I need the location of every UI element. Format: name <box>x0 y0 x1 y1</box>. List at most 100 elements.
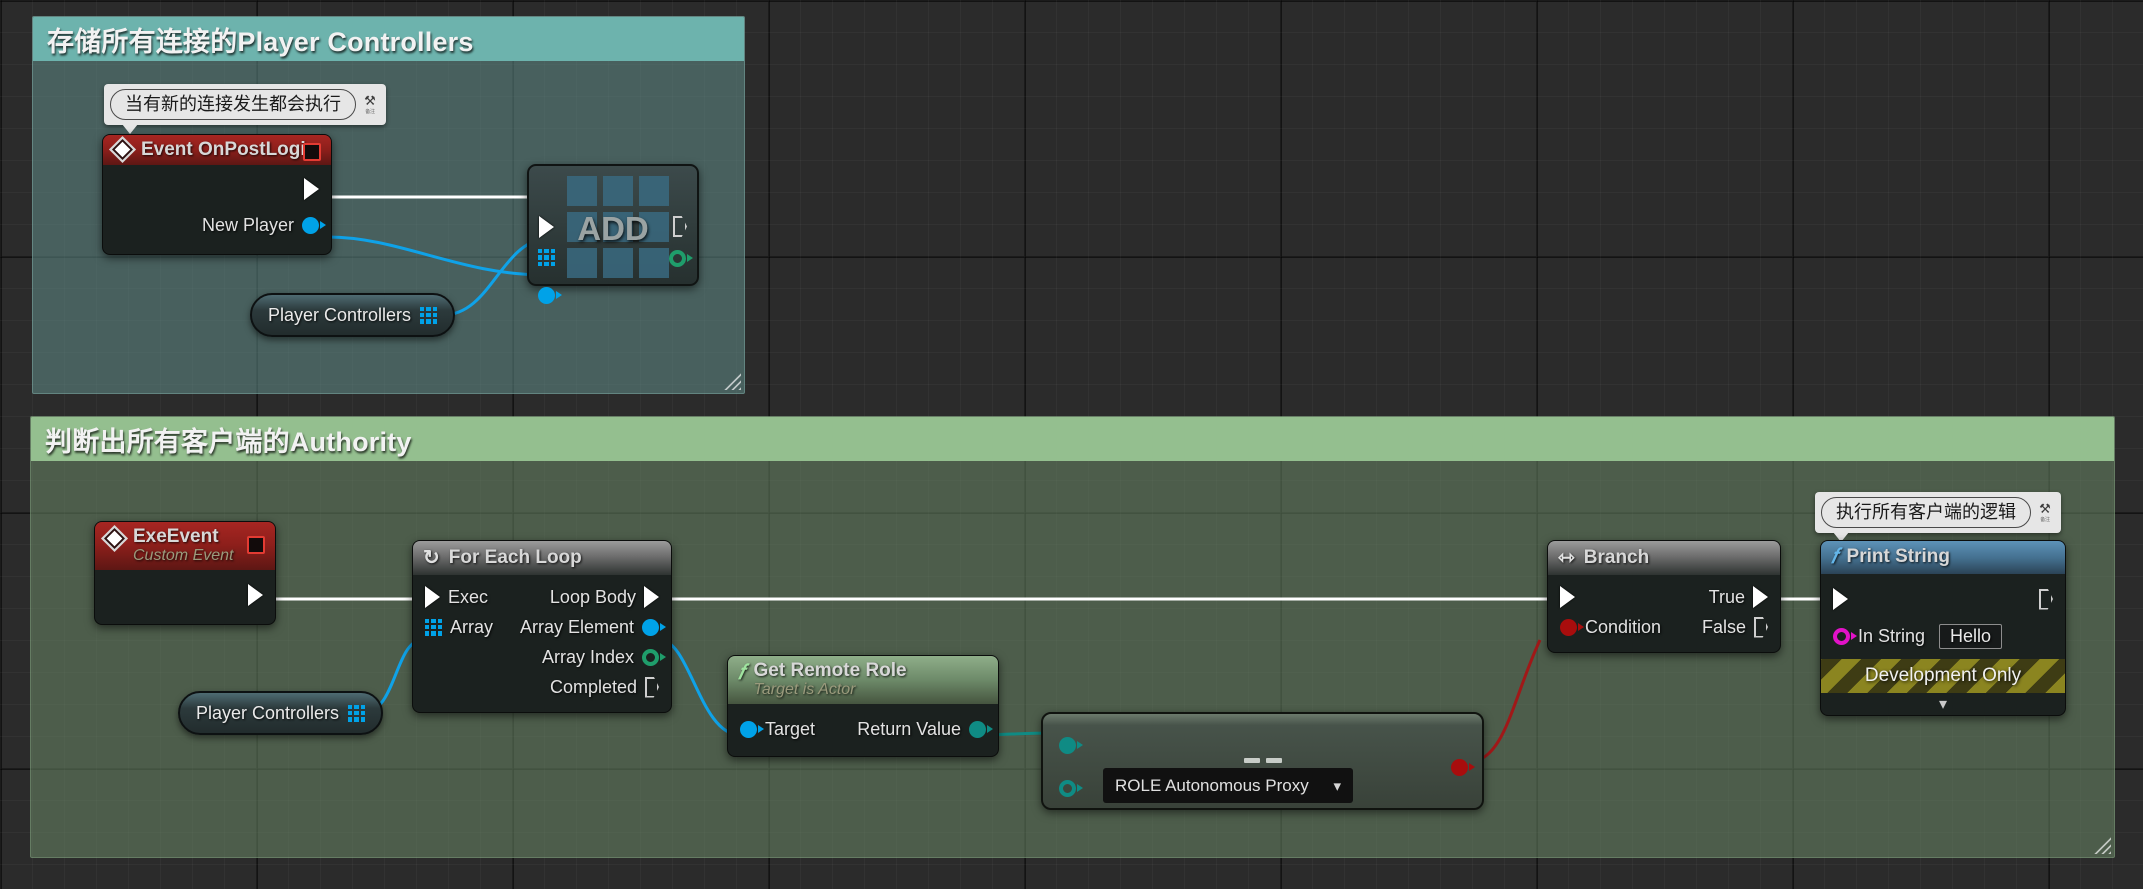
pin-row-exec: Exec Loop Body <box>413 582 671 612</box>
pin-row-array: Array Array Element <box>413 612 671 642</box>
comment-resize-handle-2[interactable] <box>2093 836 2111 854</box>
condition-input-pin[interactable] <box>1560 618 1584 636</box>
completed-output-pin[interactable] <box>645 676 659 698</box>
sticky-note-1-tail <box>122 123 138 134</box>
enum-selected-value: ROLE Autonomous Proxy <box>1115 775 1309 795</box>
exec-input-pin[interactable] <box>425 586 440 608</box>
add-return-output-pin[interactable] <box>669 250 693 267</box>
pin-label-array-index: Array Index <box>541 646 634 667</box>
node-event-onpostlogin[interactable]: Event OnPostLogin New Player <box>102 134 332 256</box>
delegate-pin-icon[interactable] <box>247 536 265 554</box>
comment-title-2: 判断出所有客户端的Authority <box>31 417 2114 461</box>
blueprint-canvas[interactable]: 存储所有连接的Player Controllers 判断出所有客户端的Autho… <box>0 0 2143 889</box>
node-title-label: Branch <box>1583 546 1650 568</box>
array-index-output-pin[interactable] <box>642 648 666 666</box>
pin-row-exec <box>1821 581 2065 617</box>
array-input-pin[interactable] <box>425 618 442 636</box>
array-output-pin[interactable] <box>348 704 366 722</box>
node-expander-chevron-down-icon[interactable]: ▾ <box>1821 693 2065 715</box>
node-exeevent[interactable]: ExeEvent Custom Event <box>94 521 276 626</box>
getter-player-controllers-1[interactable]: Player Controllers <box>250 293 456 337</box>
pin-row-condition: Condition False <box>1548 612 1780 642</box>
pin-label-condition: Condition <box>1585 616 1662 637</box>
sticky-note-1-text: 当有新的连接发生都会执行 <box>110 89 356 120</box>
development-only-label: Development Only <box>1864 665 2022 686</box>
chevron-down-icon[interactable]: ▾ <box>1333 777 1341 795</box>
node-title-label: Event OnPostLogin <box>141 139 318 160</box>
pin-row-array-index: Array Index <box>413 642 671 672</box>
exec-output-pin[interactable] <box>2039 588 2053 610</box>
node-body <box>95 570 275 624</box>
pin-label-return-value: Return Value <box>857 718 961 739</box>
pin-row-target: Target Return Value <box>728 714 998 744</box>
array-output-pin[interactable] <box>420 306 438 324</box>
node-subtitle-label: Target is Actor <box>753 681 856 699</box>
node-for-each-loop[interactable]: ↻ For Each Loop Exec Loop Body Array Arr… <box>412 540 672 713</box>
exec-input-pin[interactable] <box>1833 588 1848 610</box>
node-equal-enum[interactable]: ROLE Autonomous Proxy ▾ <box>1041 712 1484 810</box>
sticky-note-2[interactable]: 执行所有客户端的逻辑 ⚒ 备注 <box>1815 492 2061 542</box>
sticky-note-2-pin[interactable]: ⚒ 备注 <box>2037 502 2053 523</box>
target-input-pin[interactable] <box>740 720 764 738</box>
node-title-label: ExeEvent <box>133 526 219 547</box>
exec-output-pin[interactable] <box>248 584 263 607</box>
pin-label-true: True <box>1708 586 1745 607</box>
pin-label-target: Target <box>765 718 816 739</box>
array-element-output-pin[interactable] <box>642 618 666 636</box>
node-title-bar: Event OnPostLogin <box>103 135 331 166</box>
comment-title-1: 存储所有连接的Player Controllers <box>33 17 744 61</box>
node-body: In String Hello Development Only ▾ <box>1821 574 2065 715</box>
node-print-string[interactable]: 𝑓 Print String In String Hello Developme… <box>1820 540 2066 716</box>
exec-input-pin[interactable] <box>1560 586 1575 608</box>
add-exec-input-pin[interactable] <box>539 216 554 238</box>
node-body: Exec Loop Body Array Array Element Array… <box>413 575 671 712</box>
sticky-note-2-text: 执行所有客户端的逻辑 <box>1821 497 2031 528</box>
node-branch[interactable]: ⇿ Branch True Condition False <box>1547 540 1781 653</box>
pin-label-new-player: New Player <box>201 214 294 235</box>
node-add-placeholder[interactable]: ADD <box>527 164 699 304</box>
pin-label-loop-body: Loop Body <box>549 586 636 607</box>
exec-output-pin[interactable] <box>304 178 319 201</box>
boolean-output-pin[interactable] <box>1451 759 1475 776</box>
getter-label: Player Controllers <box>268 304 412 325</box>
comment-resize-handle-1[interactable] <box>723 372 741 390</box>
pin-row-completed: Completed <box>413 672 671 702</box>
loop-body-output-pin[interactable] <box>644 586 659 608</box>
pin-icon: ⚒ <box>2039 500 2051 516</box>
development-only-banner: Development Only <box>1821 659 2065 693</box>
pin-label-false: False <box>1701 616 1746 637</box>
pin-label-array: Array <box>450 616 494 637</box>
in-string-input-pin[interactable] <box>1833 627 1857 645</box>
add-item-input-pin[interactable] <box>538 287 562 304</box>
pin-icon: ⚒ <box>364 92 376 108</box>
node-title-bar: ExeEvent Custom Event <box>95 522 275 571</box>
delegate-pin-icon[interactable] <box>303 143 321 161</box>
enum-input-pin-b[interactable] <box>1059 780 1083 797</box>
pin-label-exec: Exec <box>448 586 489 607</box>
in-string-value-field[interactable]: Hello <box>1939 623 2003 649</box>
node-get-remote-role[interactable]: 𝑓 Get Remote Role Target is Actor Target… <box>727 655 999 758</box>
enum-input-pin-a[interactable] <box>1059 737 1083 754</box>
false-output-pin[interactable] <box>1754 616 1768 638</box>
return-value-output-pin[interactable] <box>969 720 993 738</box>
pin-row-in-string: In String Hello <box>1821 617 2065 655</box>
enum-dropdown[interactable]: ROLE Autonomous Proxy ▾ <box>1103 768 1353 803</box>
pin-row-new-player: New Player <box>103 206 331 244</box>
pin-label-completed: Completed <box>549 676 637 697</box>
getter-player-controllers-2[interactable]: Player Controllers <box>178 691 384 735</box>
pin-row-exec-out <box>103 172 331 206</box>
true-output-pin[interactable] <box>1753 586 1768 608</box>
node-body: Target Return Value <box>728 704 998 756</box>
pin-sub-label: 备注 <box>2040 516 2050 523</box>
getter-label: Player Controllers <box>196 702 340 723</box>
loop-icon: ↻ <box>423 547 440 569</box>
new-player-output-pin[interactable] <box>302 216 326 234</box>
add-array-input-pin[interactable] <box>538 249 555 266</box>
node-body: True Condition False <box>1548 575 1780 652</box>
node-title-bar: 𝑓 Get Remote Role Target is Actor <box>728 656 998 705</box>
node-add-label: ADD <box>577 210 649 247</box>
function-f-icon: 𝑓 <box>1831 545 1838 568</box>
sticky-note-1-pin[interactable]: ⚒ 备注 <box>362 94 378 115</box>
node-title-bar: 𝑓 Print String <box>1821 541 2065 574</box>
sticky-note-1[interactable]: 当有新的连接发生都会执行 ⚒ 备注 <box>104 84 386 134</box>
